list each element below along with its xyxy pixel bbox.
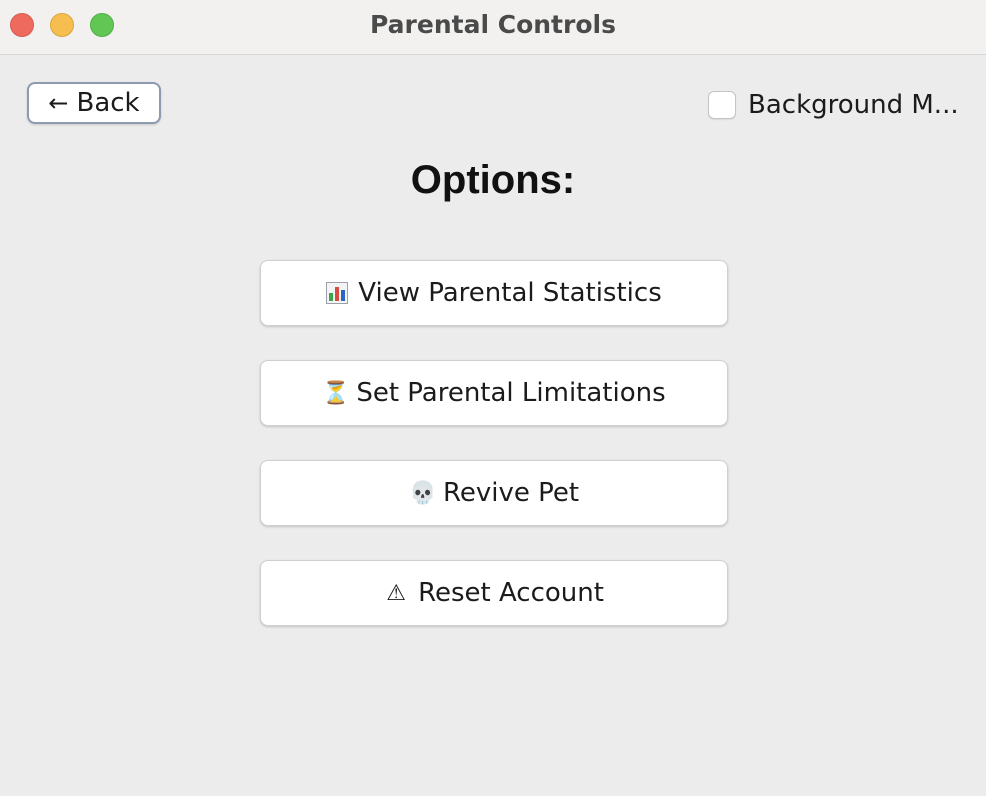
view-parental-statistics-label: View Parental Statistics: [358, 278, 662, 308]
reset-account-label: Reset Account: [418, 578, 604, 608]
view-parental-statistics-button[interactable]: View Parental Statistics: [260, 260, 728, 326]
revive-pet-label: Revive Pet: [442, 478, 580, 508]
options-heading: Options:: [410, 158, 576, 202]
back-arrow-icon: ←: [48, 89, 69, 117]
revive-pet-button[interactable]: 💀 Revive Pet: [260, 460, 728, 526]
chart-bar-green: [329, 293, 334, 301]
background-music-toggle[interactable]: Background M...: [708, 90, 959, 120]
reset-account-button[interactable]: ⚠ Reset Account: [260, 560, 728, 626]
chart-bar-blue: [341, 290, 346, 301]
window-title: Parental Controls: [370, 10, 616, 39]
set-parental-limitations-label: Set Parental Limitations: [356, 378, 666, 408]
window: Parental Controls ← Back Background M...…: [0, 0, 986, 796]
bar-chart-icon: [326, 282, 349, 304]
chart-bar-red: [335, 287, 340, 301]
back-button-label: Back: [76, 88, 140, 118]
back-button[interactable]: ← Back: [27, 82, 161, 124]
warning-icon: ⚠: [386, 580, 406, 606]
background-music-label: Background M...: [748, 90, 959, 120]
title-bar: Parental Controls: [0, 0, 986, 55]
background-music-checkbox[interactable]: [708, 91, 736, 119]
skull-icon: 💀: [408, 480, 437, 506]
hourglass-icon: ⏳: [322, 380, 350, 406]
set-parental-limitations-button[interactable]: ⏳ Set Parental Limitations: [260, 360, 728, 426]
